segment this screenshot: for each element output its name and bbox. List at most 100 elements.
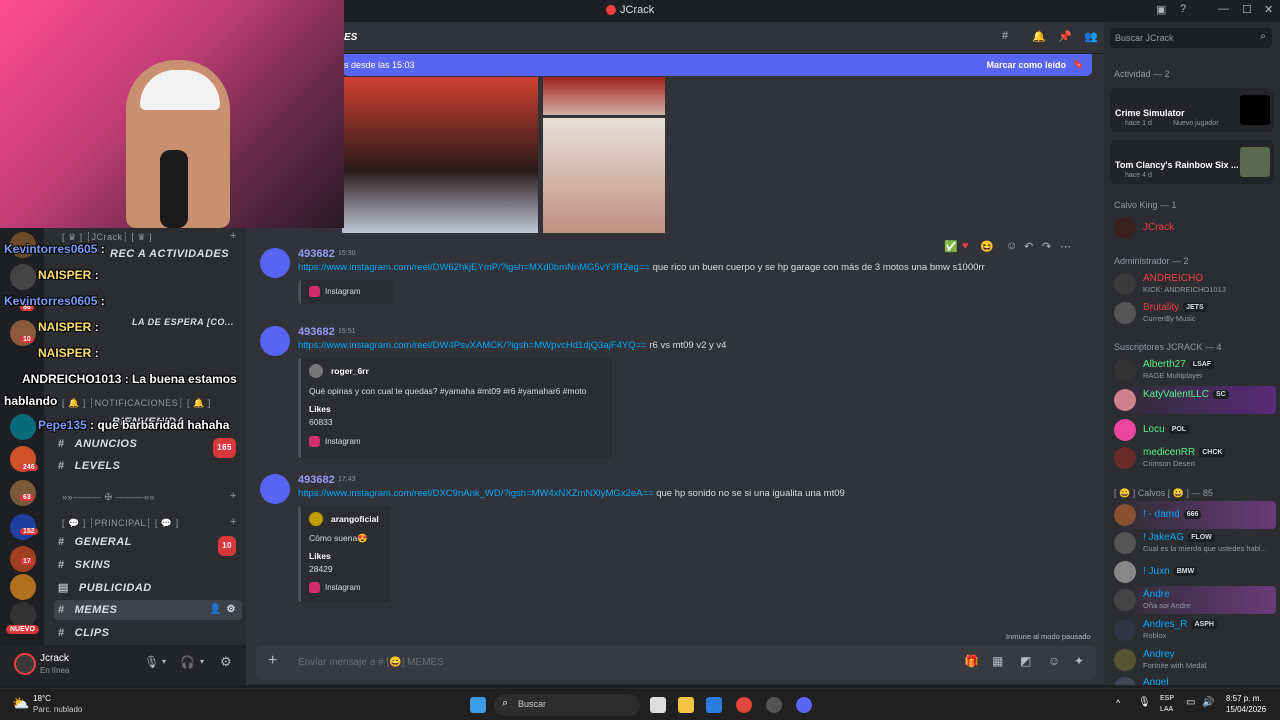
message-link[interactable]: https://www.instagram.com/reel/DXC9nAnk_… [298, 488, 654, 499]
settings-gear-icon[interactable]: ⚙ [220, 654, 232, 670]
channel-anuncios[interactable]: # ANUNCIOS 165 [54, 434, 242, 458]
app-icon[interactable] [766, 697, 782, 713]
channel-skins[interactable]: # SKINS [54, 555, 242, 575]
mark-read-button[interactable]: Marcar como leído [986, 60, 1066, 70]
member-list-icon[interactable]: 👥 [1084, 30, 1098, 43]
pin-icon[interactable]: 📌 [1058, 30, 1072, 43]
instagram-embed[interactable]: arangoficial Cómo suena😍 Likes 28429 Ins… [298, 506, 390, 602]
taskbar-search[interactable]: ⌕ Buscar [494, 694, 640, 716]
activity-title: Crime Simulator [1115, 108, 1185, 118]
member-item[interactable]: medicenRR CHCK Crimson Desert [1112, 444, 1276, 472]
server-icon[interactable] [10, 480, 36, 506]
avatar [1114, 273, 1136, 295]
gift-icon[interactable]: 🎁 [964, 654, 979, 668]
weather-icon[interactable]: ⛅ [12, 695, 29, 712]
help-icon[interactable]: ? [1180, 3, 1186, 15]
gif-icon[interactable]: ▦ [992, 654, 1003, 668]
member-item[interactable]: Angel [1112, 674, 1276, 685]
instagram-embed[interactable]: roger_6rr Qué opinas y con cual te queda… [298, 358, 612, 458]
start-icon[interactable] [470, 697, 486, 713]
announcement-icon: ▤ [58, 582, 69, 594]
server-icon[interactable] [10, 514, 36, 540]
message-link[interactable]: https://www.instagram.com/reel/DW4PsvXAM… [298, 340, 647, 351]
channel-publicidad[interactable]: ▤ PUBLICIDAD [54, 578, 242, 598]
channel-clips[interactable]: # CLIPS [54, 623, 242, 643]
channel-label: MEMES [74, 604, 118, 616]
server-badge: 246 [20, 464, 38, 471]
file-explorer-icon[interactable] [678, 697, 694, 713]
member-item[interactable]: ! - damd 666 [1112, 501, 1276, 529]
discord-avatar-icon[interactable] [260, 248, 290, 278]
chevron-down-icon[interactable]: ▾ [200, 657, 204, 666]
member-item[interactable]: Andre Oña soi Andre [1112, 586, 1276, 614]
server-icon[interactable] [10, 574, 36, 600]
threads-icon[interactable]: # [1002, 30, 1008, 42]
message-composer[interactable]: + Enviar mensaje a # [😄] MEMES 🎁 ▦ ◩ ☺ ✦ [256, 646, 1096, 680]
add-channel-icon[interactable]: + [230, 230, 236, 242]
sticker-icon[interactable]: ◩ [1020, 654, 1031, 668]
discord-avatar-icon[interactable] [260, 474, 290, 504]
member-item[interactable]: Locu POL [1112, 416, 1276, 444]
tray-mic-icon[interactable]: 🎙 [1138, 697, 1151, 708]
task-view-icon[interactable] [650, 697, 666, 713]
media-image[interactable] [543, 77, 665, 115]
channel-levels[interactable]: # LEVELS [54, 456, 242, 476]
mail-icon[interactable] [706, 697, 722, 713]
member-item[interactable]: Brutality JETS Curren$y Music [1112, 299, 1276, 327]
invite-icon[interactable]: 👤 [209, 600, 222, 620]
media-image[interactable] [543, 118, 665, 233]
category-notificaciones[interactable]: [ 🔔 ] ┆NOTIFICACIONES┆ [ 🔔 ] [62, 398, 211, 409]
chevron-down-icon[interactable]: ▾ [162, 657, 166, 666]
network-icon[interactable]: ▭ [1186, 697, 1195, 708]
member-item[interactable]: ! JakeAG FLOW Cual es la mierda que usted… [1112, 529, 1276, 557]
chrome-icon[interactable] [736, 697, 752, 713]
category-principal[interactable]: [ 💬 ] ┆PRINCIPAL┆ [ 💬 ] [62, 518, 179, 529]
channel-memes[interactable]: # MEMES ⚙ 👤 [54, 600, 242, 620]
member-status: Crimson Desert [1143, 459, 1196, 468]
activity-card[interactable]: Crime Simulator hace 1 d Nuevo jugador [1110, 88, 1274, 132]
tray-chevron-icon[interactable]: ^ [1116, 698, 1120, 708]
settings-gear-icon[interactable]: ⚙ [227, 600, 236, 620]
channel-general[interactable]: # GENERAL 10 [54, 532, 242, 556]
emoji-icon[interactable]: ☺ [1048, 654, 1060, 668]
member-item[interactable]: Andres_R ASPH Roblox [1112, 616, 1276, 644]
volume-icon[interactable]: 🔊 [1202, 697, 1214, 708]
channel-actividades[interactable]: REC A ACTIVIDADES [106, 244, 236, 264]
message-author[interactable]: 493682 [298, 474, 335, 486]
activity-card[interactable]: Tom Clancy's Rainbow Six ... hace 4 d [1110, 140, 1274, 184]
add-channel-icon[interactable]: + [230, 516, 236, 528]
discord-icon[interactable] [796, 697, 812, 713]
maximize-button[interactable]: ☐ [1242, 3, 1252, 16]
bell-icon[interactable]: 🔔 [1032, 30, 1046, 43]
message-author[interactable]: 493682 [298, 326, 335, 338]
new-messages-bar[interactable]: s desde las 15:03 Marcar como leído 🔖 [342, 54, 1092, 76]
inbox-icon[interactable]: ▣ [1156, 3, 1166, 16]
embed-account[interactable]: arangoficial [331, 514, 379, 524]
headphones-icon[interactable]: 🎧 [180, 655, 195, 669]
member-item[interactable]: Andrey Fortnite with Medal [1112, 646, 1276, 674]
apps-icon[interactable]: ✦ [1074, 654, 1084, 668]
message-link[interactable]: https://www.instagram.com/reel/DW62hkjEY… [298, 262, 650, 273]
member-item[interactable]: ! Juxn BMW [1112, 558, 1276, 586]
media-image[interactable] [342, 77, 538, 233]
language-code[interactable]: ESP [1160, 695, 1174, 702]
instagram-embed[interactable]: Instagram [298, 280, 394, 304]
channel-espera[interactable]: LA DE ESPERA [CO... [128, 312, 238, 332]
add-attachment-icon[interactable]: + [268, 652, 277, 670]
clock-time[interactable]: 8:57 p. m. [1226, 694, 1262, 703]
member-item[interactable]: JCrack [1112, 214, 1276, 242]
search-input[interactable]: Buscar JCrack ⌕ [1110, 28, 1272, 48]
close-button[interactable]: ✕ [1264, 3, 1273, 16]
member-item[interactable]: Alberth27 LSAF RAGE Multiplayer [1112, 356, 1276, 384]
message-author[interactable]: 493682 [298, 248, 335, 260]
add-channel-icon[interactable]: + [230, 490, 236, 502]
minimize-button[interactable]: — [1218, 3, 1229, 15]
member-item[interactable]: ANDREICHO KICK: ANDREICHO1013 [1112, 270, 1276, 298]
media-attachment[interactable] [342, 77, 665, 234]
member-item[interactable]: KatyValentLLC SC [1112, 386, 1276, 414]
embed-account[interactable]: roger_6rr [331, 366, 369, 376]
microphone-icon[interactable]: 🎙 [144, 655, 159, 669]
avatar[interactable] [14, 653, 36, 675]
discord-avatar-icon[interactable] [260, 326, 290, 356]
message-input[interactable]: Enviar mensaje a # [😄] MEMES [298, 657, 444, 668]
